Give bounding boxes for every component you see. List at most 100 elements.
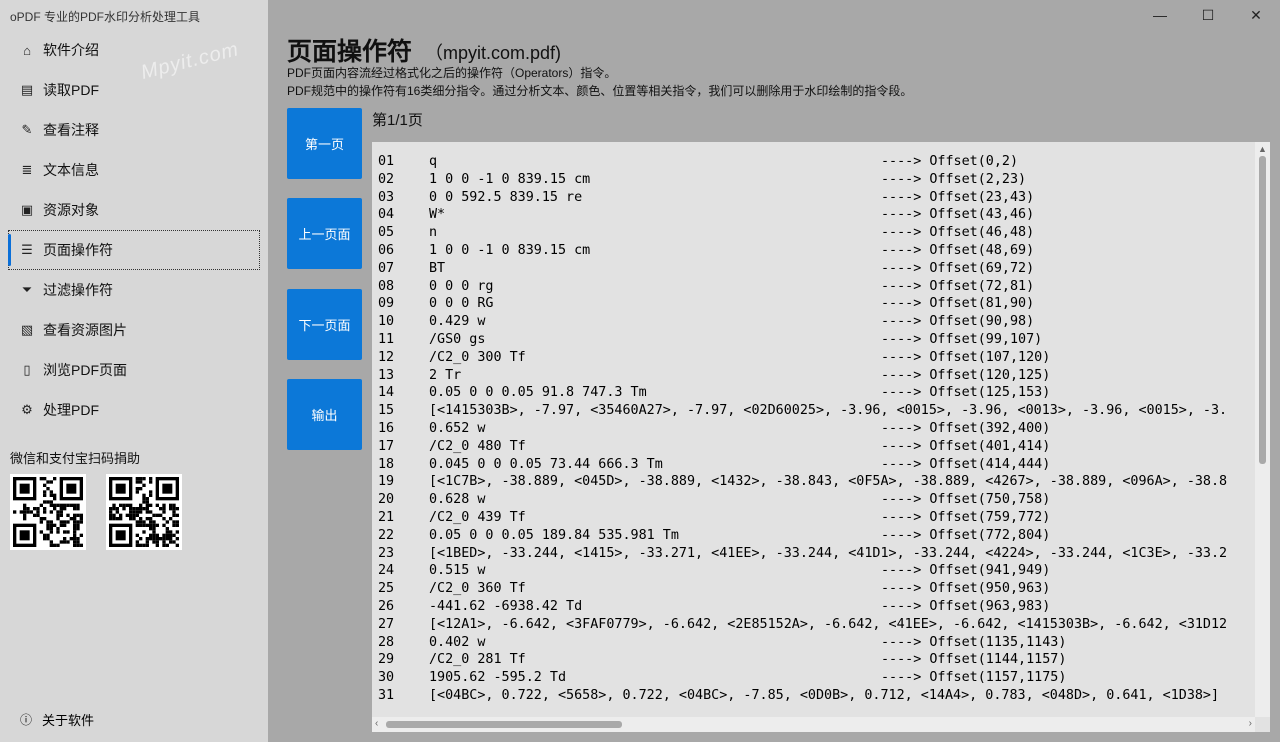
sidebar-item-7[interactable]: ▧ 查看资源图片	[0, 310, 268, 350]
operator-text: 0.045 0 0 0.05 73.44 666.3 Tm	[429, 456, 663, 472]
prev-page-button[interactable]: 上一页面	[287, 198, 362, 269]
resource-icon: ▣	[20, 202, 34, 217]
vertical-scrollbar[interactable]: ▲	[1255, 142, 1270, 717]
line-number: 23	[378, 545, 395, 561]
vertical-scroll-thumb[interactable]	[1259, 156, 1266, 464]
line-number: 30	[378, 670, 395, 686]
sidebar-item-3[interactable]: ≣ 文本信息	[0, 150, 268, 190]
operator-offset: ----> Offset(48,69)	[881, 242, 1035, 258]
sidebar-item-label: 查看资源图片	[43, 322, 127, 338]
operator-row: 26 -441.62 -6938.42 Td ----> Offset(963,98…	[378, 598, 1253, 616]
window-controls: — ☐ ✕	[1136, 0, 1280, 30]
operator-offset: ----> Offset(759,772)	[881, 509, 1051, 525]
line-number: 13	[378, 367, 395, 383]
sidebar-item-1[interactable]: ▤ 读取PDF	[0, 70, 268, 110]
sidebar-item-label: 过滤操作符	[43, 282, 113, 298]
operator-offset: ----> Offset(750,758)	[881, 492, 1051, 508]
line-number: 12	[378, 349, 395, 365]
description-line-2: PDF规范中的操作符有16类细分指令。通过分析文本、颜色、位置等相关指令，我们可…	[287, 84, 913, 98]
info-icon: ⓘ	[20, 713, 33, 727]
operator-row: 03 0 0 592.5 839.15 re ----> Offset(23,43)	[378, 189, 1253, 207]
wechat-qr-code	[10, 474, 86, 550]
operator-offset: ----> Offset(0,2)	[881, 154, 1019, 169]
page-indicator: 第1/1页	[372, 112, 423, 129]
operator-row: 09 0 0 0 RG ----> Offset(81,90)	[378, 295, 1253, 313]
line-number: 06	[378, 242, 395, 258]
operator-offset: ----> Offset(414,444)	[881, 456, 1051, 472]
operator-text: n	[429, 225, 438, 241]
operator-row: 31 [<04BC>, 0.722, <5658>, 0.722, <04BC>,…	[378, 687, 1253, 705]
operator-row: 02 1 0 0 -1 0 839.15 cm ----> Offset(2,23)	[378, 171, 1253, 189]
scroll-left-icon[interactable]: ‹	[375, 718, 378, 729]
operator-row: 30 1905.62 -595.2 Td ----> Offset(1157,117…	[378, 669, 1253, 687]
line-number: 20	[378, 492, 395, 508]
operator-offset: ----> Offset(107,120)	[881, 349, 1051, 365]
export-button[interactable]: 输出	[287, 379, 362, 450]
sidebar-item-label: 资源对象	[43, 202, 99, 218]
line-number: 18	[378, 456, 395, 472]
operator-row: 15 [<1415303B>, -7.97, <35460A27>, -7.97,…	[378, 402, 1253, 420]
operator-text: /C2_0 480 Tf	[429, 438, 526, 454]
sidebar-item-0[interactable]: ⌂ 软件介绍	[0, 30, 268, 70]
operator-offset: ----> Offset(1135,1143)	[881, 634, 1067, 650]
minimize-icon[interactable]: —	[1136, 0, 1184, 30]
scroll-right-icon[interactable]: ›	[1249, 718, 1252, 729]
operator-offset: ----> Offset(23,43)	[881, 189, 1035, 205]
line-number: 27	[378, 616, 395, 632]
operator-text: [<12A1>, -6.642, <3FAF0779>, -6.642, <2E…	[429, 616, 1228, 632]
operator-list-view[interactable]: 01 q ----> Offset(0,2) 02 1 0 0 -1 0 839.15 …	[372, 142, 1270, 732]
sidebar-item-2[interactable]: ✎ 查看注释	[0, 110, 268, 150]
first-page-button[interactable]: 第一页	[287, 108, 362, 179]
line-number: 29	[378, 652, 395, 668]
sidebar-item-4[interactable]: ▣ 资源对象	[0, 190, 268, 230]
operator-row: 08 0 0 0 rg ----> Offset(72,81)	[378, 278, 1253, 296]
horizontal-scrollbar[interactable]: ‹ ›	[372, 717, 1255, 732]
operator-offset: ----> Offset(1144,1157)	[881, 652, 1067, 668]
horizontal-scroll-thumb[interactable]	[386, 721, 622, 728]
operator-offset: ----> Offset(125,153)	[881, 385, 1051, 401]
text-lines-icon: ≣	[21, 162, 33, 177]
operator-text: 0.652 w	[429, 420, 486, 436]
line-number: 25	[378, 581, 395, 597]
operator-text: 2 Tr	[429, 367, 462, 383]
operator-offset: ----> Offset(2,23)	[881, 171, 1027, 187]
operator-row: 18 0.045 0 0 0.05 73.44 666.3 Tm ----> Off…	[378, 456, 1253, 474]
operator-offset: ----> Offset(120,125)	[881, 367, 1051, 383]
next-page-button[interactable]: 下一页面	[287, 289, 362, 360]
operator-row: 10 0.429 w ----> Offset(90,98)	[378, 313, 1253, 331]
operator-offset: ----> Offset(43,46)	[881, 207, 1035, 223]
sidebar-item-label: 文本信息	[43, 162, 99, 178]
operator-text: /C2_0 300 Tf	[429, 349, 526, 365]
sidebar-nav: ⌂ 软件介绍 ▤ 读取PDF ✎ 查看注释 ≣ 文本信息 ▣ 资源对象 ☰ 页面操作符 ⏷ 过滤操作符 ▧ 查…	[0, 30, 268, 430]
maximize-icon[interactable]: ☐	[1184, 0, 1232, 30]
line-number: 09	[378, 296, 395, 312]
operator-row: 04 W* ----> Offset(43,46)	[378, 206, 1253, 224]
sidebar-item-label: 读取PDF	[43, 82, 99, 98]
operator-row: 11/GS0 gs ----> Offset(99,107)	[378, 331, 1253, 349]
operator-offset: ----> Offset(69,72)	[881, 260, 1035, 276]
close-icon[interactable]: ✕	[1232, 0, 1280, 30]
operator-offset: ----> Offset(941,949)	[881, 563, 1051, 579]
operator-row: 07 BT ----> Offset(69,72)	[378, 260, 1253, 278]
gear-icon: ⚙	[21, 402, 33, 417]
operator-text: /C2_0 281 Tf	[429, 652, 526, 668]
about-button[interactable]: ⓘ 关于软件	[20, 710, 94, 729]
operator-text: -441.62 -6938.42 Td	[429, 598, 583, 614]
line-number: 31	[378, 687, 395, 703]
sidebar-item-5[interactable]: ☰ 页面操作符	[0, 230, 268, 270]
sidebar-item-9[interactable]: ⚙ 处理PDF	[0, 390, 268, 430]
operator-offset: ----> Offset(950,963)	[881, 581, 1051, 597]
line-number: 15	[378, 403, 395, 419]
operator-row: 05 n ----> Offset(46,48)	[378, 224, 1253, 242]
operator-offset: ----> Offset(772,804)	[881, 527, 1051, 543]
operator-row: 21/C2_0 439 Tf ----> Offset(759,772)	[378, 509, 1253, 527]
open-file-icon: ▤	[20, 82, 34, 97]
sidebar-item-8[interactable]: ▯ 浏览PDF页面	[0, 350, 268, 390]
home-icon: ⌂	[23, 42, 31, 58]
sidebar-item-6[interactable]: ⏷ 过滤操作符	[0, 270, 268, 310]
line-number: 14	[378, 385, 395, 401]
operator-row: 27 [<12A1>, -6.642, <3FAF0779>, -6.642, <…	[378, 616, 1253, 634]
line-number: 01	[378, 154, 395, 169]
line-number: 02	[378, 171, 395, 187]
scroll-up-icon[interactable]: ▲	[1255, 144, 1270, 154]
